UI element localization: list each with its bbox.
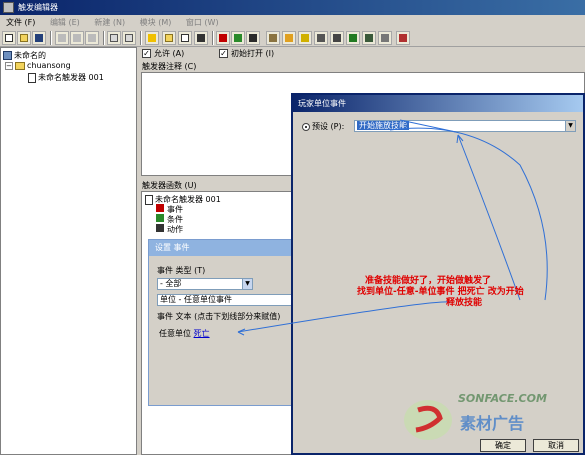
watermark: SONFACE.COM 素材广告 bbox=[400, 388, 575, 448]
watermark-brand: 素材广告 bbox=[460, 414, 525, 433]
annotation-line-3: 释放技能 bbox=[446, 298, 483, 308]
annotation-arrows bbox=[237, 119, 548, 336]
watermark-text: SONFACE.COM bbox=[458, 392, 547, 405]
annotation-line-2: 找到单位-任意-单位事件 把死亡 改为开始 bbox=[357, 287, 524, 297]
